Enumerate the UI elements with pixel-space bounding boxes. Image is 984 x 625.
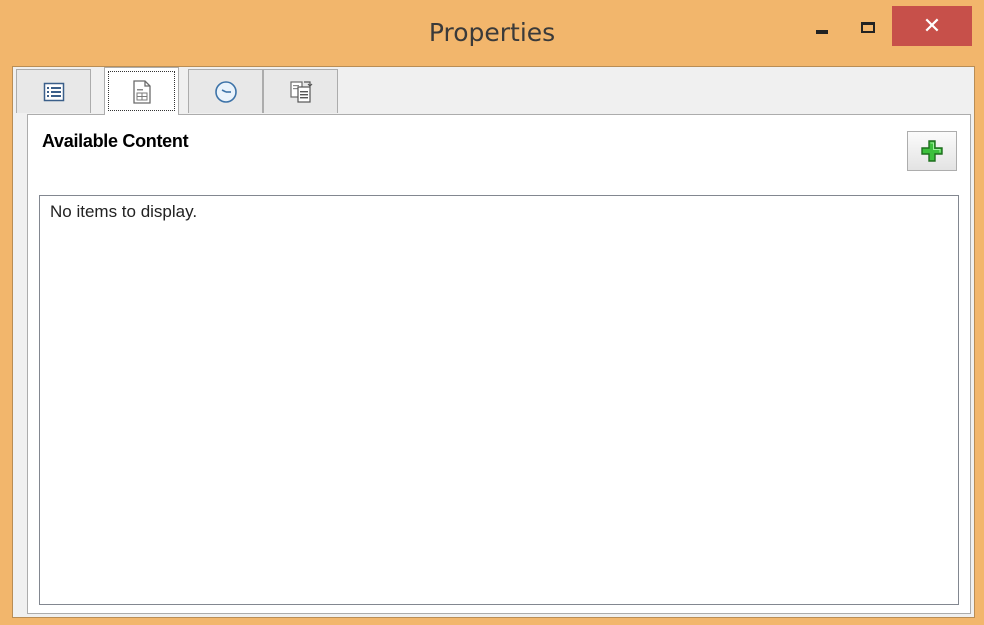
green-plus-icon — [921, 140, 943, 162]
tab-list[interactable] — [16, 69, 91, 113]
minimize-button[interactable] — [800, 8, 844, 46]
empty-list-message: No items to display. — [50, 202, 198, 221]
clock-icon — [214, 80, 237, 103]
tab-content[interactable] — [104, 67, 179, 115]
maximize-button[interactable] — [846, 8, 890, 46]
focus-rectangle — [108, 71, 175, 111]
available-content-heading: Available Content — [42, 131, 189, 151]
add-content-button[interactable] — [907, 131, 957, 171]
content-list[interactable]: No items to display. — [39, 195, 959, 605]
properties-window: Properties ✕ Available Content No items … — [0, 0, 984, 625]
close-icon: ✕ — [922, 13, 942, 39]
list-icon — [43, 82, 64, 101]
tab-documents[interactable] — [263, 69, 338, 113]
close-button[interactable]: ✕ — [892, 6, 972, 46]
maximize-icon — [861, 21, 875, 33]
minimize-icon — [816, 30, 828, 34]
title-bar[interactable]: Properties ✕ — [0, 0, 984, 66]
document-stack-icon — [289, 80, 312, 103]
tab-schedule[interactable] — [188, 69, 263, 113]
